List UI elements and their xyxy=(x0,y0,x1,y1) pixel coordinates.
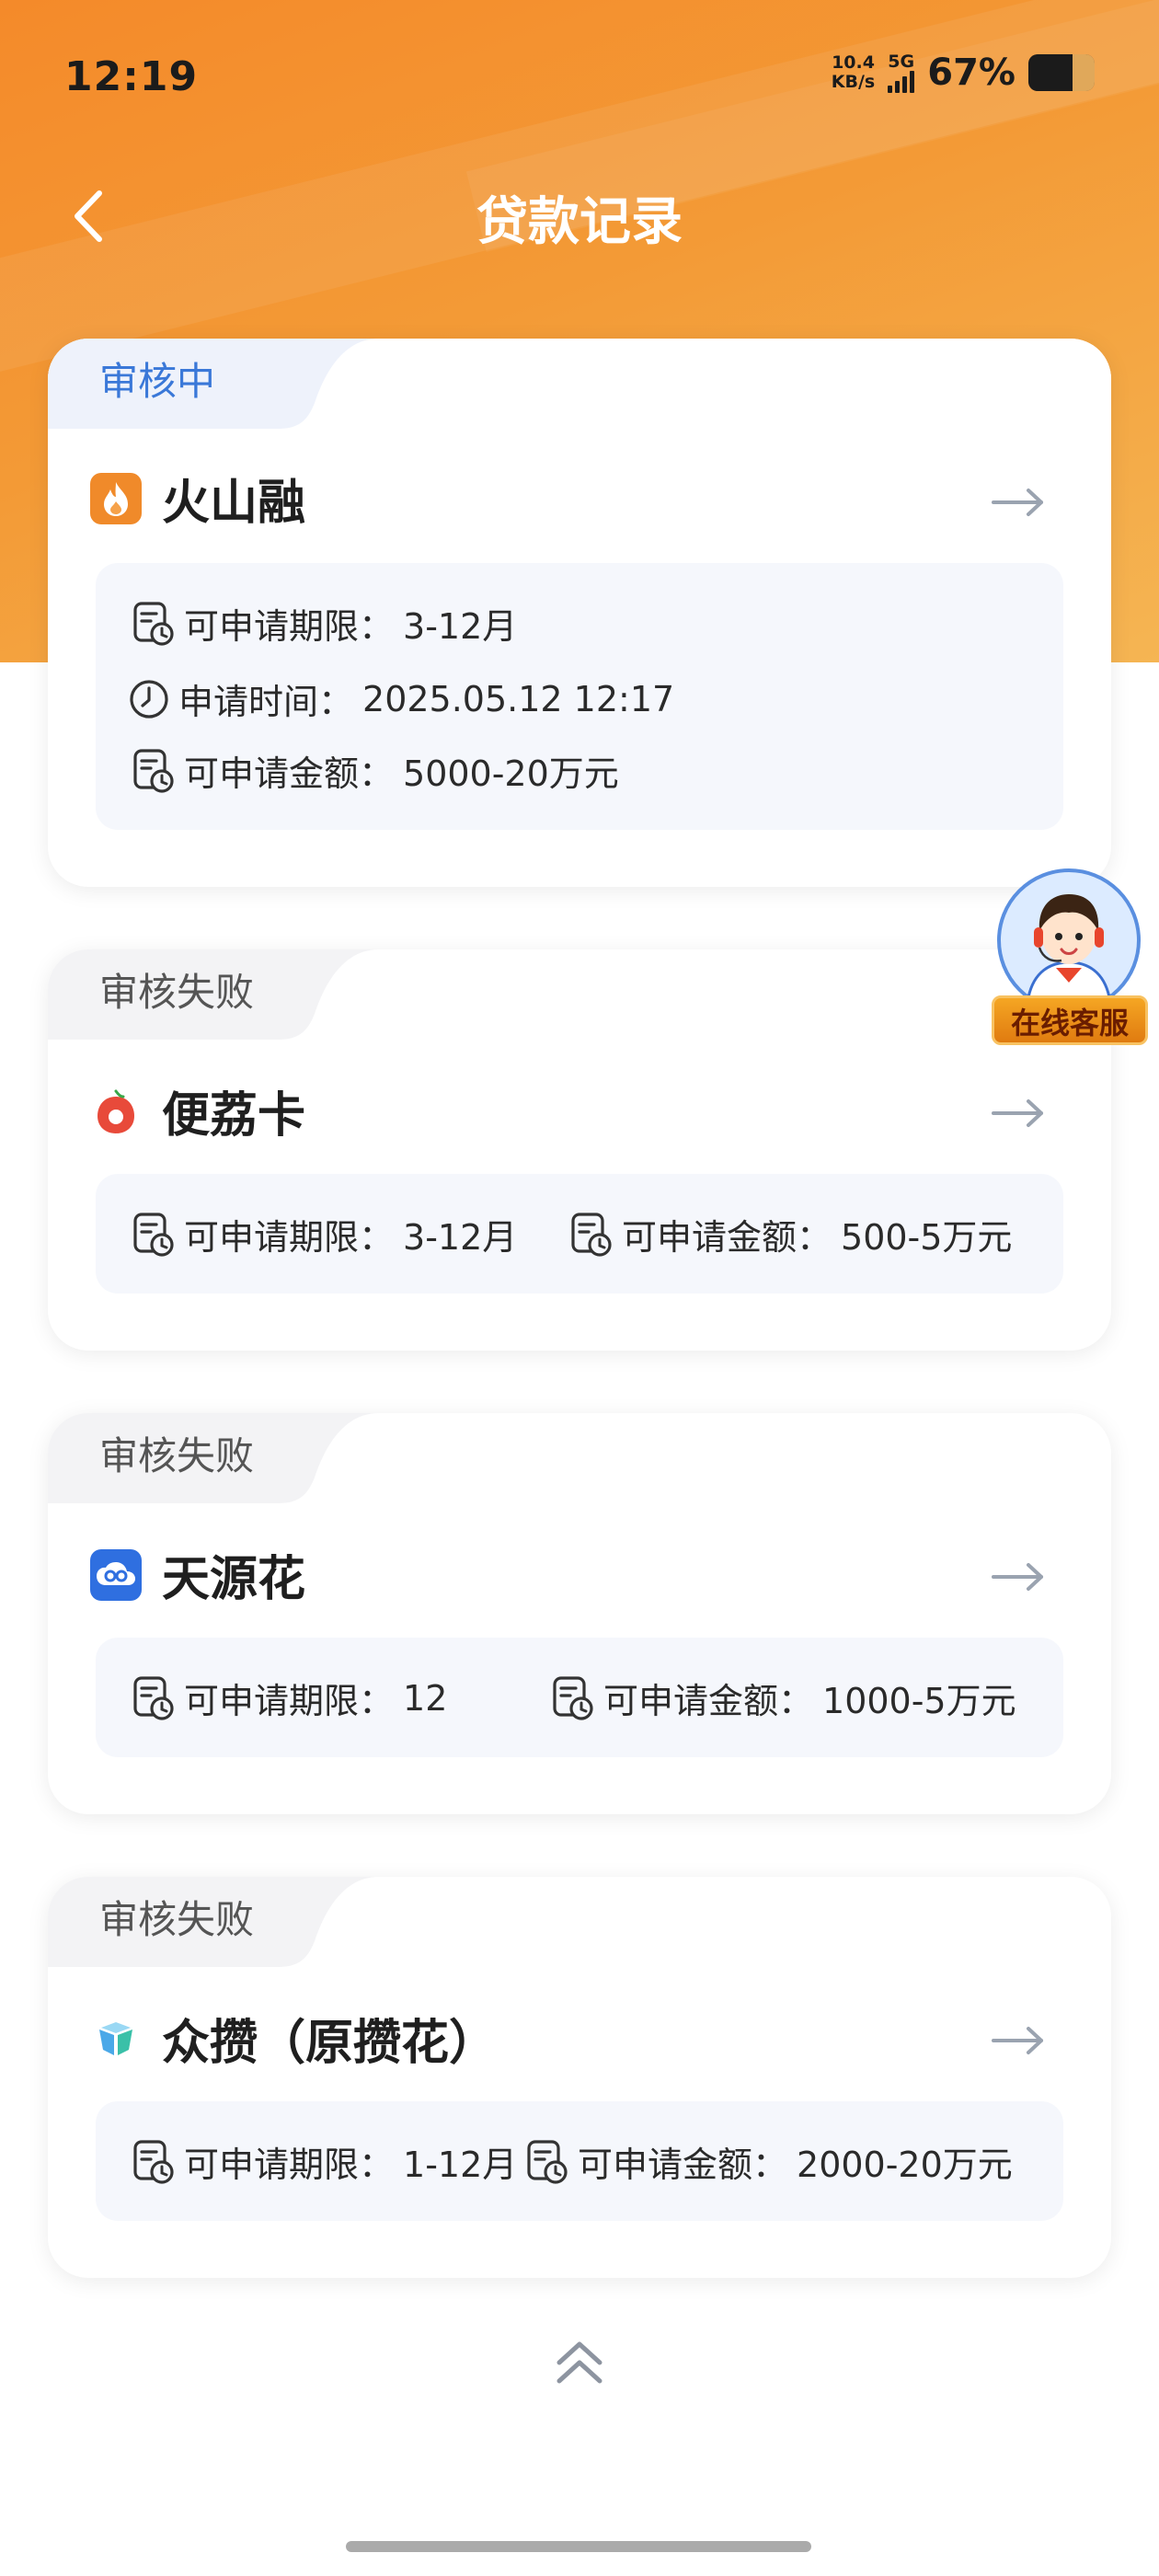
brand: 便荔卡 xyxy=(90,1076,305,1145)
cloud-icon xyxy=(90,1548,142,1601)
info-box: 可申请期限： 3-12月 可申请金额： 500-5万元 xyxy=(96,1174,1063,1294)
clock-icon xyxy=(130,679,168,719)
doc-clock-icon xyxy=(133,1212,174,1257)
network-speed: 10.4 KB/s xyxy=(831,52,876,92)
brand-name: 天源花 xyxy=(162,1552,306,1607)
info-row-amount: 可申请金额： 1000-5万元 xyxy=(552,1673,1016,1723)
info-row-time: 申请时间： 2025.05.12 12:17 xyxy=(129,673,674,724)
loan-record-card[interactable]: 审核中 火山融 可申请期限： 3-12月 申请时间： 2025.05.12 12… xyxy=(48,339,1111,887)
brand: 众攒（原攒花） xyxy=(90,2004,497,2073)
doc-clock-icon xyxy=(571,1212,612,1257)
signal-icon: 5G xyxy=(888,51,915,93)
info-row-amount: 可申请金额： 2000-20万元 xyxy=(526,2136,1013,2187)
network-type: 5G xyxy=(888,51,915,72)
lychee-icon xyxy=(90,1086,142,1137)
flame-icon xyxy=(90,472,142,524)
battery-percent: 67% xyxy=(927,52,1016,94)
info-row-amount: 可申请金额： 500-5万元 xyxy=(570,1209,1012,1259)
home-indicator[interactable] xyxy=(346,2541,811,2552)
online-service-label: 在线客服 xyxy=(992,995,1148,1045)
doc-clock-icon xyxy=(133,1675,174,1720)
doc-clock-icon xyxy=(527,2139,568,2184)
brand-name: 便荔卡 xyxy=(162,1088,306,1144)
status-indicators: 10.4 KB/s 5G 67% xyxy=(832,52,1095,94)
doc-clock-icon xyxy=(553,1675,593,1720)
doc-clock-icon xyxy=(133,601,174,646)
status-badge: 审核中 xyxy=(99,359,216,404)
doc-clock-icon xyxy=(133,748,174,793)
info-row-term: 可申请期限： 3-12月 xyxy=(132,598,517,649)
info-box: 可申请期限： 3-12月 申请时间： 2025.05.12 12:17 可申请金额：… xyxy=(96,563,1063,830)
page-title: 贷款记录 xyxy=(476,192,683,252)
info-row-term: 可申请期限： 12 xyxy=(132,1673,447,1723)
double-chevron-up-icon[interactable] xyxy=(550,2335,609,2390)
status-badge: 审核失败 xyxy=(99,1897,255,1942)
loan-record-card[interactable]: 审核失败 天源花 可申请期限： 12 可申请金额： 1000-5万元 xyxy=(48,1413,1111,1814)
info-box: 可申请期限： 1-12月 可申请金额： 2000-20万元 xyxy=(96,2101,1063,2221)
brand: 天源花 xyxy=(90,1540,305,1609)
online-service-button[interactable]: 在线客服 xyxy=(979,859,1159,1052)
brand-name: 火山融 xyxy=(162,476,306,531)
status-time: 12:19 xyxy=(64,53,199,100)
info-row-term: 可申请期限： 3-12月 xyxy=(132,1209,517,1259)
arrow-right-icon[interactable] xyxy=(990,1558,1047,1595)
arrow-right-icon[interactable] xyxy=(990,1095,1047,1132)
status-badge: 审核失败 xyxy=(99,1433,255,1478)
battery-icon xyxy=(1028,54,1095,91)
doc-clock-icon xyxy=(133,2139,174,2184)
status-bar: 12:19 10.4 KB/s 5G 67% xyxy=(0,0,1159,156)
crystal-icon xyxy=(90,2013,142,2064)
customer-service-avatar xyxy=(997,868,1141,1012)
loan-record-card[interactable]: 审核失败 众攒（原攒花） 可申请期限： 1-12月 可申请金额： 2000-20… xyxy=(48,1877,1111,2278)
brand: 火山融 xyxy=(90,464,305,533)
arrow-right-icon[interactable] xyxy=(990,484,1047,521)
info-row-term: 可申请期限： 1-12月 xyxy=(132,2136,517,2187)
status-badge: 审核失败 xyxy=(99,970,255,1015)
brand-name: 众攒（原攒花） xyxy=(162,2016,498,2071)
info-row-amount: 可申请金额： 5000-20万元 xyxy=(132,745,619,796)
info-box: 可申请期限： 12 可申请金额： 1000-5万元 xyxy=(96,1638,1063,1757)
loan-record-card[interactable]: 审核失败 便荔卡 可申请期限： 3-12月 可申请金额： 500-5万元 xyxy=(48,949,1111,1351)
arrow-right-icon[interactable] xyxy=(990,2022,1047,2059)
